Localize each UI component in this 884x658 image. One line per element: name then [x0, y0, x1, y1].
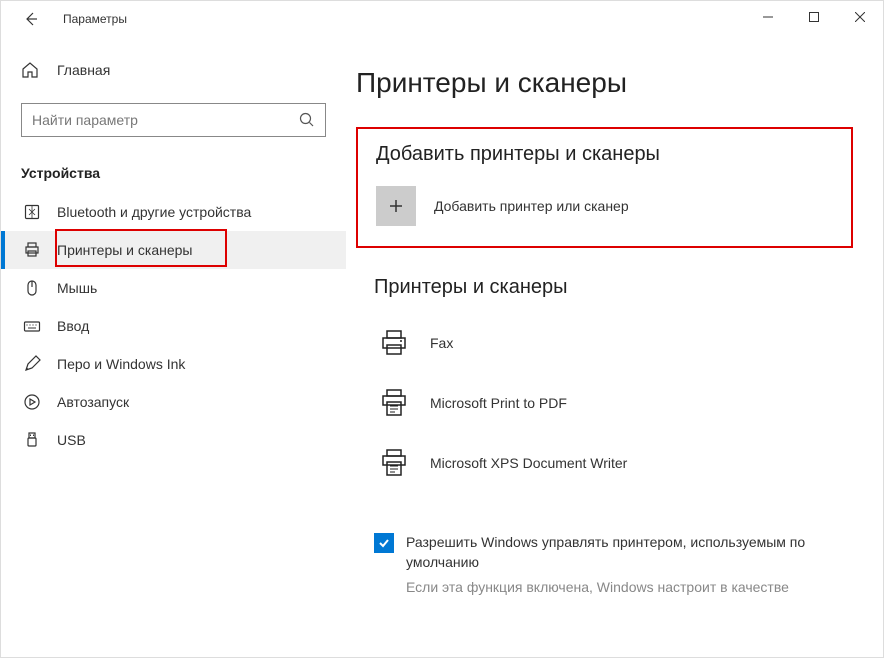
maximize-button[interactable] [791, 1, 837, 33]
sidebar-item-label: Ввод [57, 318, 89, 334]
page-title: Принтеры и сканеры [356, 67, 853, 99]
minimize-icon [763, 12, 773, 22]
maximize-icon [809, 12, 819, 22]
usb-icon [23, 431, 41, 449]
xps-icon [374, 443, 414, 483]
sidebar-item-label: USB [57, 432, 86, 448]
sidebar-item-mouse[interactable]: Мышь [1, 269, 346, 307]
bluetooth-icon [23, 203, 41, 221]
plus-button [376, 186, 416, 226]
sidebar-item-printers[interactable]: Принтеры и сканеры [1, 231, 346, 269]
check-icon [377, 536, 391, 550]
device-print-pdf[interactable]: Microsoft Print to PDF [374, 373, 853, 433]
list-section-title: Принтеры и сканеры [374, 276, 853, 299]
checkbox-label: Разрешить Windows управлять принтером, и… [406, 533, 853, 572]
add-printer-label: Добавить принтер или сканер [434, 198, 629, 214]
default-printer-checkbox-row[interactable]: Разрешить Windows управлять принтером, и… [374, 533, 853, 572]
plus-icon [388, 198, 404, 214]
fax-icon [374, 323, 414, 363]
pen-icon [23, 355, 41, 373]
window-title: Параметры [63, 12, 127, 26]
autoplay-icon [23, 393, 41, 411]
home-icon [21, 61, 39, 79]
sidebar-item-label: Перо и Windows Ink [57, 356, 185, 372]
device-label: Microsoft XPS Document Writer [430, 455, 627, 471]
category-header: Устройства [1, 157, 346, 193]
search-input[interactable] [32, 112, 299, 128]
device-fax[interactable]: Fax [374, 313, 853, 373]
main-content: Принтеры и сканеры Добавить принтеры и с… [346, 37, 883, 657]
add-section-title: Добавить принтеры и сканеры [376, 143, 833, 166]
close-button[interactable] [837, 1, 883, 33]
printer-icon [23, 241, 41, 259]
sidebar-item-label: Принтеры и сканеры [57, 242, 192, 258]
checkbox[interactable] [374, 533, 394, 553]
close-icon [855, 12, 865, 22]
device-label: Microsoft Print to PDF [430, 395, 567, 411]
print-pdf-icon [374, 383, 414, 423]
window-controls [745, 1, 883, 33]
mouse-icon [23, 279, 41, 297]
home-link[interactable]: Главная [1, 51, 346, 89]
sidebar-item-pen[interactable]: Перо и Windows Ink [1, 345, 346, 383]
keyboard-icon [23, 317, 41, 335]
search-box[interactable] [21, 103, 326, 137]
sidebar-item-bluetooth[interactable]: Bluetooth и другие устройства [1, 193, 346, 231]
sidebar-item-label: Bluetooth и другие устройства [57, 204, 251, 220]
sidebar: Главная Устройства Bluetooth и другие ус… [1, 37, 346, 657]
home-label: Главная [57, 62, 110, 78]
sidebar-item-label: Автозапуск [57, 394, 129, 410]
device-xps-writer[interactable]: Microsoft XPS Document Writer [374, 433, 853, 493]
sidebar-item-label: Мышь [57, 280, 97, 296]
back-arrow-icon [23, 11, 39, 27]
add-printer-button[interactable]: Добавить принтер или сканер [376, 186, 833, 226]
sidebar-item-autoplay[interactable]: Автозапуск [1, 383, 346, 421]
search-icon [299, 112, 315, 128]
sidebar-item-usb[interactable]: USB [1, 421, 346, 459]
hint-text: Если эта функция включена, Windows настр… [406, 578, 853, 598]
device-label: Fax [430, 335, 453, 351]
sidebar-item-typing[interactable]: Ввод [1, 307, 346, 345]
add-section: Добавить принтеры и сканеры Добавить при… [356, 127, 853, 248]
minimize-button[interactable] [745, 1, 791, 33]
titlebar: Параметры [1, 1, 883, 37]
back-button[interactable] [13, 1, 49, 37]
